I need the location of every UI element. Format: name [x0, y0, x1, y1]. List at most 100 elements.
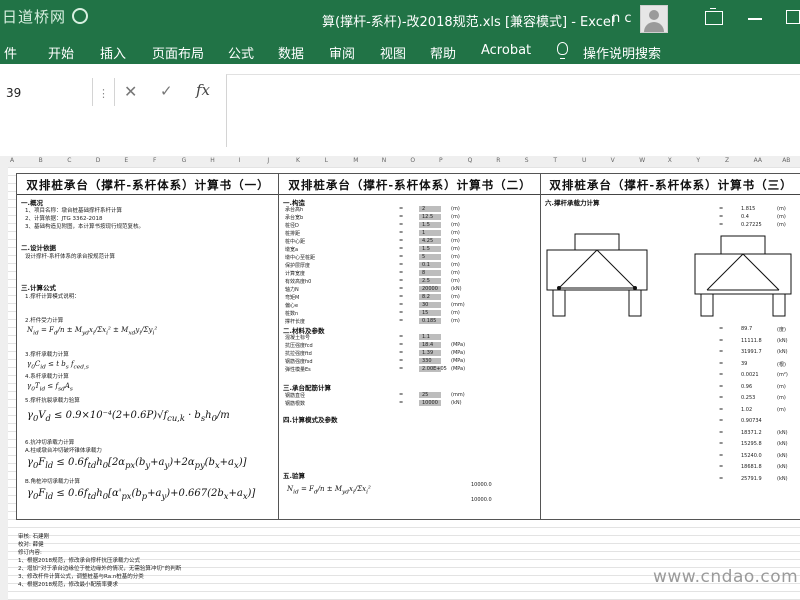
- input-cell[interactable]: 10000: [419, 400, 441, 406]
- tab-help[interactable]: 帮助: [430, 43, 456, 62]
- param-label: 承台高h: [285, 207, 304, 213]
- input-cell[interactable]: 4.25: [419, 238, 441, 244]
- result-value: 10000.0: [471, 497, 492, 503]
- param-label: 承台宽b: [285, 215, 304, 221]
- column-letter[interactable]: N: [382, 157, 387, 164]
- column-letter[interactable]: D: [96, 157, 101, 164]
- param-label: 弯矩M: [285, 295, 300, 301]
- column-letter[interactable]: X: [668, 157, 672, 164]
- input-cell[interactable]: 2.00E+05: [419, 366, 447, 372]
- name-box[interactable]: 39: [0, 78, 92, 106]
- column-letter[interactable]: AA: [754, 157, 762, 164]
- equals-sign: =: [399, 334, 404, 340]
- column-letter[interactable]: P: [439, 157, 443, 164]
- watermark: www.cndao.com: [653, 567, 799, 587]
- column-letter[interactable]: R: [496, 157, 500, 164]
- unit-label: (m): [451, 246, 460, 252]
- unit-label: (m): [777, 214, 786, 220]
- column-letter[interactable]: L: [325, 157, 328, 164]
- minimize-icon[interactable]: [748, 18, 762, 20]
- column-letter[interactable]: J: [267, 157, 269, 164]
- column-letter[interactable]: W: [639, 157, 645, 164]
- lightbulb-icon[interactable]: [557, 42, 568, 59]
- input-cell[interactable]: 12.5: [419, 214, 441, 220]
- text-line: 4.系杆承载力计算: [25, 374, 69, 380]
- column-letter[interactable]: E: [124, 157, 128, 164]
- equals-sign: =: [399, 400, 404, 406]
- cancel-icon[interactable]: ✕: [124, 82, 137, 101]
- column-letter[interactable]: A: [10, 157, 14, 164]
- input-value: 5: [422, 254, 426, 260]
- input-cell[interactable]: 5: [419, 254, 441, 260]
- section-heading: 六.撑杆承载力计算: [545, 199, 600, 207]
- column-letter[interactable]: Q: [468, 157, 473, 164]
- more-icon[interactable]: ⋮: [98, 87, 109, 100]
- input-cell[interactable]: 30: [419, 302, 441, 308]
- input-cell[interactable]: 1.39: [419, 350, 441, 356]
- column-letter[interactable]: U: [582, 157, 586, 164]
- param-label: 桩中心距: [285, 239, 306, 245]
- avatar[interactable]: [640, 5, 668, 33]
- column-letter[interactable]: Y: [696, 157, 700, 164]
- input-value: 0.185: [422, 318, 437, 324]
- input-cell[interactable]: 2: [419, 206, 441, 212]
- worksheet[interactable]: 双排桩承台（撑杆-系杆体系）计算书（一） 一.概况 1、项目名称：墩台桩基础撑杆…: [8, 167, 800, 600]
- column-letter[interactable]: S: [525, 157, 529, 164]
- unit-label: (m): [451, 294, 460, 300]
- input-cell[interactable]: 20000: [419, 286, 441, 292]
- input-cell[interactable]: 1: [419, 230, 441, 236]
- column-letter[interactable]: I: [239, 157, 241, 164]
- input-cell[interactable]: 18.4: [419, 342, 441, 348]
- column-letter[interactable]: O: [410, 157, 415, 164]
- column-letter[interactable]: F: [153, 157, 156, 164]
- input-cell[interactable]: 1.5: [419, 246, 441, 252]
- column-letter[interactable]: H: [210, 157, 215, 164]
- column-letter[interactable]: K: [296, 157, 300, 164]
- site-logo-text: 日道桥网: [2, 8, 67, 26]
- param-label: 桩数n: [285, 311, 299, 317]
- column-letter[interactable]: B: [39, 157, 43, 164]
- column-letter[interactable]: V: [611, 157, 615, 164]
- tab-data[interactable]: 数据: [278, 43, 304, 62]
- input-cell[interactable]: 1.1: [419, 334, 441, 340]
- column-letter[interactable]: AB: [782, 157, 790, 164]
- input-cell[interactable]: 330: [419, 358, 441, 364]
- input-cell[interactable]: 8.2: [419, 294, 441, 300]
- column-letter[interactable]: G: [182, 157, 187, 164]
- input-value: 30: [422, 302, 429, 308]
- tab-home[interactable]: 开始: [48, 43, 74, 62]
- equals-sign: =: [399, 358, 404, 364]
- column-letter[interactable]: M: [353, 157, 358, 164]
- tab-page-layout[interactable]: 页面布局: [152, 43, 204, 62]
- enter-icon[interactable]: ✓: [160, 82, 173, 100]
- equals-sign: =: [399, 302, 404, 308]
- formula-input[interactable]: [226, 74, 800, 147]
- column-letter[interactable]: C: [67, 157, 71, 164]
- ribbon-display-options-icon[interactable]: [705, 8, 723, 25]
- tab-file[interactable]: 件: [4, 43, 17, 62]
- input-cell[interactable]: 25: [419, 392, 441, 398]
- tab-insert[interactable]: 插入: [100, 43, 126, 62]
- title-bar: 日道桥网 算(撑杆-系杆)-改2018规范.xls [兼容模式] - Excel…: [0, 0, 800, 38]
- tab-formulas[interactable]: 公式: [228, 43, 254, 62]
- column-letter[interactable]: Z: [725, 157, 729, 164]
- section-heading: 三.承台配筋计算: [283, 384, 331, 392]
- tab-review[interactable]: 审阅: [329, 43, 355, 62]
- input-value: 0.1: [422, 262, 430, 268]
- input-cell[interactable]: 1.5: [419, 222, 441, 228]
- calc-value: 18681.8: [741, 464, 762, 470]
- input-cell[interactable]: 8: [419, 270, 441, 276]
- input-cell[interactable]: 0.185: [419, 318, 441, 324]
- tab-acrobat[interactable]: Acrobat: [481, 43, 531, 58]
- input-cell[interactable]: 2.5: [419, 278, 441, 284]
- page-title: 双排桩承台（撑杆-系杆体系）计算书（三）: [549, 178, 793, 192]
- maximize-icon[interactable]: [786, 10, 800, 24]
- tab-view[interactable]: 视图: [380, 43, 406, 62]
- input-cell[interactable]: 0.1: [419, 262, 441, 268]
- user-name[interactable]: n c: [612, 11, 632, 26]
- column-letter[interactable]: T: [553, 157, 557, 164]
- param-label: 保护层厚度: [285, 263, 311, 269]
- insert-function-icon[interactable]: fx: [196, 81, 210, 99]
- tell-me-search[interactable]: 操作说明搜索: [583, 43, 661, 62]
- input-cell[interactable]: 15: [419, 310, 441, 316]
